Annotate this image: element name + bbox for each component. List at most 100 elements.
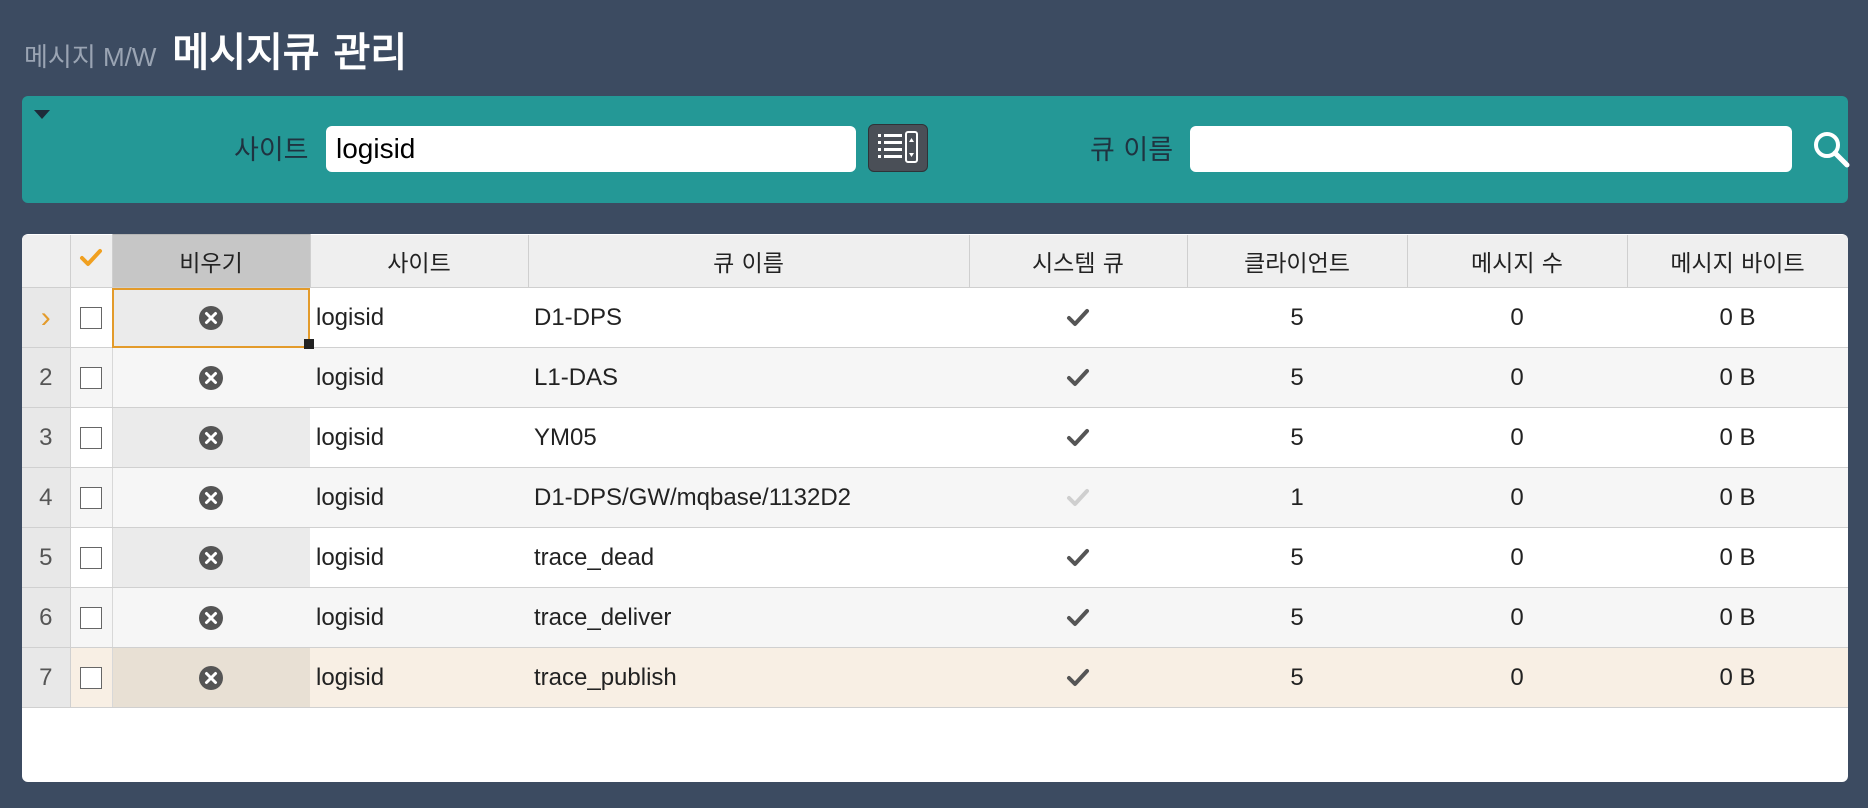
row-number: 3: [22, 407, 71, 468]
clients-cell: 5: [1187, 347, 1407, 408]
check-icon: [1067, 429, 1089, 447]
queue-name-cell: trace_dead: [528, 527, 969, 588]
site-cell: logisid: [310, 407, 528, 468]
system-queue-cell: [969, 407, 1187, 468]
clear-icon[interactable]: [198, 605, 224, 631]
column-header-queue-name[interactable]: 큐 이름: [528, 234, 970, 288]
table-row[interactable]: 7 logisid trace_publish 5 0 0 B: [22, 647, 1848, 708]
system-queue-cell: [969, 467, 1187, 528]
row-checkbox[interactable]: [80, 547, 102, 570]
site-cell: logisid: [310, 287, 528, 348]
table-row[interactable]: 5 logisid trace_dead 5 0 0 B: [22, 527, 1848, 588]
search-icon: [1814, 132, 1850, 168]
message-bytes-cell: 0 B: [1627, 287, 1848, 348]
queue-name-cell: YM05: [528, 407, 969, 468]
cell-resize-handle[interactable]: [304, 339, 314, 349]
clients-cell: 5: [1187, 407, 1407, 468]
row-checkbox[interactable]: [80, 667, 102, 690]
site-cell: logisid: [310, 467, 528, 528]
row-checkbox[interactable]: [80, 427, 102, 450]
message-count-cell: 0: [1407, 587, 1627, 648]
select-all-header[interactable]: [70, 234, 113, 288]
check-all-icon[interactable]: [79, 247, 103, 269]
message-count-cell: 0: [1407, 287, 1627, 348]
row-checkbox-cell[interactable]: [70, 407, 113, 468]
clear-icon[interactable]: [198, 425, 224, 451]
list-icon: [878, 131, 918, 163]
clear-icon[interactable]: [198, 485, 224, 511]
clear-queue-cell[interactable]: [112, 587, 310, 648]
column-header-message-bytes[interactable]: 메시지 바이트: [1627, 234, 1848, 288]
clear-queue-cell[interactable]: [112, 407, 310, 468]
clients-cell: 1: [1187, 467, 1407, 528]
table-row[interactable]: › logisid D1-DPS 5 0 0 B: [22, 287, 1848, 348]
clear-queue-cell[interactable]: [112, 647, 310, 708]
column-header-clients[interactable]: 클라이언트: [1187, 234, 1408, 288]
grid-header-row: 비우기 사이트 큐 이름 시스템 큐 클라이언트 메시지 수 메시지 바이트: [22, 234, 1848, 288]
system-queue-cell: [969, 587, 1187, 648]
clear-icon[interactable]: [198, 365, 224, 391]
system-queue-cell: [969, 347, 1187, 408]
clients-cell: 5: [1187, 587, 1407, 648]
queue-grid: 비우기 사이트 큐 이름 시스템 큐 클라이언트 메시지 수 메시지 바이트 ›…: [22, 234, 1848, 782]
queue-name-cell: trace_publish: [528, 647, 969, 708]
row-checkbox-cell[interactable]: [70, 347, 113, 408]
row-number: 4: [22, 467, 71, 528]
message-bytes-cell: 0 B: [1627, 527, 1848, 588]
search-button[interactable]: [1808, 126, 1854, 172]
check-icon: [1067, 549, 1089, 567]
row-checkbox-cell[interactable]: [70, 527, 113, 588]
column-header-site[interactable]: 사이트: [310, 234, 529, 288]
clear-queue-cell[interactable]: [112, 527, 310, 588]
clear-icon[interactable]: [198, 305, 224, 331]
row-checkbox[interactable]: [80, 307, 102, 330]
clear-queue-cell[interactable]: [112, 467, 310, 528]
row-checkbox-cell[interactable]: [70, 287, 113, 348]
table-row[interactable]: 4 logisid D1-DPS/GW/mqbase/1132D2 1 0 0 B: [22, 467, 1848, 528]
table-row[interactable]: 3 logisid YM05 5 0 0 B: [22, 407, 1848, 468]
site-cell: logisid: [310, 647, 528, 708]
row-checkbox[interactable]: [80, 487, 102, 510]
table-row[interactable]: 6 logisid trace_deliver 5 0 0 B: [22, 587, 1848, 648]
clients-cell: 5: [1187, 647, 1407, 708]
message-bytes-cell: 0 B: [1627, 587, 1848, 648]
row-checkbox[interactable]: [80, 367, 102, 390]
queue-name-cell: trace_deliver: [528, 587, 969, 648]
message-bytes-cell: 0 B: [1627, 407, 1848, 468]
site-cell: logisid: [310, 587, 528, 648]
clear-icon[interactable]: [198, 545, 224, 571]
check-icon: [1067, 669, 1089, 687]
queue-name-input[interactable]: [1190, 126, 1792, 172]
message-count-cell: 0: [1407, 347, 1627, 408]
message-bytes-cell: 0 B: [1627, 347, 1848, 408]
clear-queue-cell[interactable]: [112, 347, 310, 408]
message-bytes-cell: 0 B: [1627, 467, 1848, 528]
message-count-cell: 0: [1407, 407, 1627, 468]
column-header-system-queue[interactable]: 시스템 큐: [969, 234, 1188, 288]
queue-name-cell: D1-DPS: [528, 287, 969, 348]
row-number: ›: [22, 287, 71, 348]
row-checkbox-cell[interactable]: [70, 467, 113, 528]
row-number: 6: [22, 587, 71, 648]
site-cell: logisid: [310, 347, 528, 408]
column-header-message-count[interactable]: 메시지 수: [1407, 234, 1628, 288]
row-checkbox-cell[interactable]: [70, 647, 113, 708]
row-checkbox[interactable]: [80, 607, 102, 630]
row-number: 7: [22, 647, 71, 708]
site-label: 사이트: [234, 135, 309, 166]
collapse-toggle-icon[interactable]: [34, 110, 50, 119]
table-row[interactable]: 2 logisid L1-DAS 5 0 0 B: [22, 347, 1848, 408]
queue-name-label: 큐 이름: [1090, 135, 1174, 166]
column-header-clear[interactable]: 비우기: [112, 234, 311, 288]
clear-queue-cell[interactable]: [112, 287, 310, 348]
message-count-cell: 0: [1407, 647, 1627, 708]
check-icon: [1067, 369, 1089, 387]
site-list-button[interactable]: [868, 124, 928, 172]
clear-icon[interactable]: [198, 665, 224, 691]
check-icon: [1067, 309, 1089, 327]
check-icon: [1067, 609, 1089, 627]
row-number: 5: [22, 527, 71, 588]
site-input[interactable]: [326, 126, 856, 172]
row-checkbox-cell[interactable]: [70, 587, 113, 648]
queue-name-cell: D1-DPS/GW/mqbase/1132D2: [528, 467, 969, 528]
